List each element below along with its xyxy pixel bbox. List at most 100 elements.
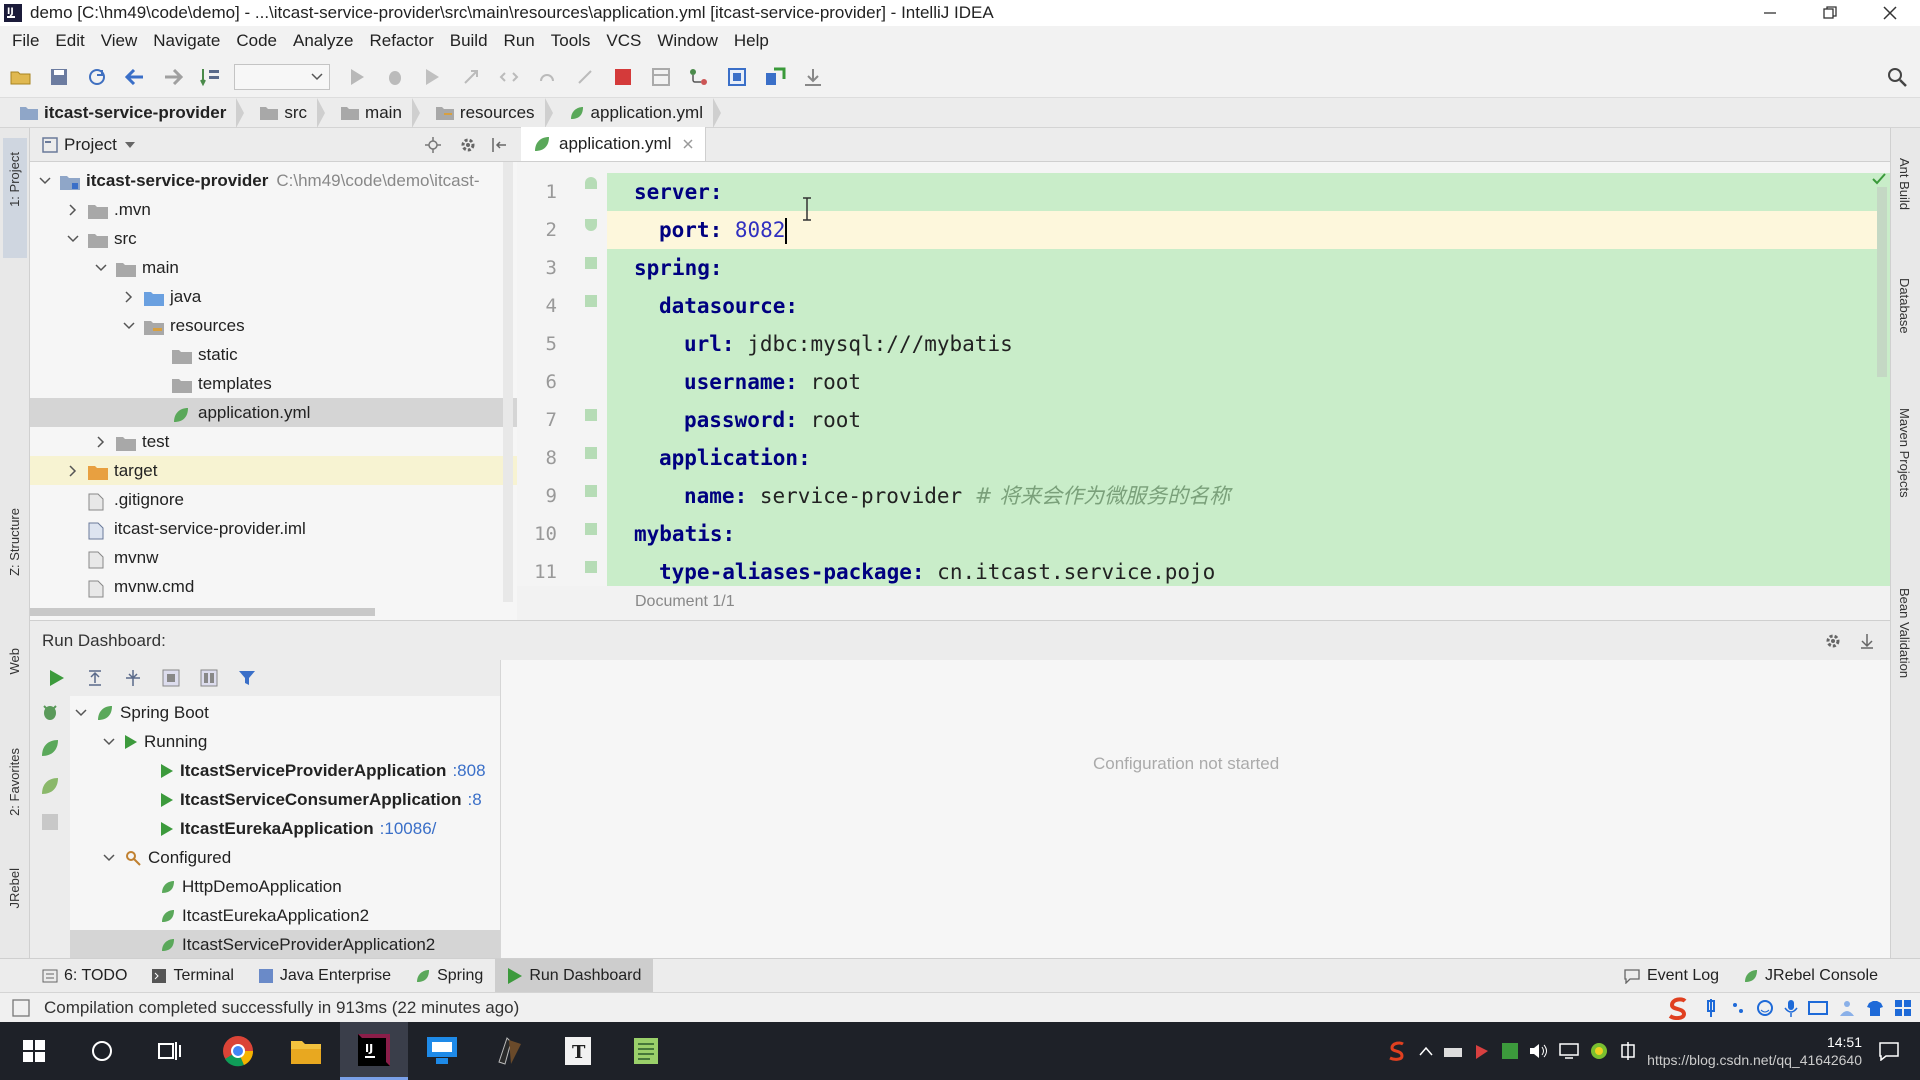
favorites-tool-tab[interactable]: 2: Favorites [7, 748, 22, 816]
menu-help[interactable]: Help [726, 31, 777, 51]
profile-icon[interactable] [456, 62, 486, 92]
tree-item-src[interactable]: src [30, 224, 517, 253]
app-port-link[interactable]: :808 [452, 761, 485, 781]
configured-app[interactable]: HttpDemoApplication [70, 872, 500, 901]
forward-icon[interactable] [158, 62, 188, 92]
tab-java-enterprise[interactable]: Java Enterprise [246, 959, 403, 993]
fold-marker-icon[interactable] [585, 447, 597, 459]
tree-item-mvnw[interactable]: mvnw [30, 543, 517, 572]
vcs-icon[interactable] [684, 62, 714, 92]
update-app-icon[interactable] [40, 776, 60, 796]
menu-view[interactable]: View [93, 31, 146, 51]
update-icon[interactable] [532, 62, 562, 92]
fold-marker-icon[interactable] [585, 295, 597, 307]
menu-code[interactable]: Code [228, 31, 285, 51]
keyboard-layout-icon[interactable] [1619, 1042, 1637, 1060]
group-by-type-icon[interactable] [156, 663, 186, 693]
configured-app[interactable]: ItcastEurekaApplication2 [70, 901, 500, 930]
web-tool-tab[interactable]: Web [7, 648, 22, 675]
open-folder-icon[interactable] [6, 62, 36, 92]
sync-icon[interactable] [82, 62, 112, 92]
tree-item-java[interactable]: java [30, 282, 517, 311]
tray-app-green-icon[interactable] [1501, 1042, 1519, 1060]
menu-refactor[interactable]: Refactor [361, 31, 441, 51]
chevron-right-icon[interactable] [66, 203, 80, 217]
intellij-taskbar-icon[interactable]: IJ [340, 1022, 408, 1080]
breadcrumb-main[interactable]: main [333, 97, 428, 128]
restore-icon[interactable] [1800, 0, 1860, 26]
tree-item-configured[interactable]: Configured [70, 843, 500, 872]
tree-item-mvnw-cmd[interactable]: mvnw.cmd [30, 572, 517, 601]
tab-run-dashboard[interactable]: Run Dashboard [495, 958, 654, 993]
chevron-down-icon[interactable] [38, 174, 52, 188]
coverage-icon[interactable] [418, 62, 448, 92]
start-button[interactable] [0, 1022, 68, 1080]
code-editor[interactable]: server: port: 8082 spring: datasource: u… [607, 173, 1890, 586]
configured-app-selected[interactable]: ItcastServiceProviderApplication2 [70, 930, 500, 958]
notepad-icon[interactable] [612, 1022, 680, 1080]
gear-icon[interactable] [459, 136, 477, 154]
running-app-provider[interactable]: ItcastServiceProviderApplication :808 [70, 756, 500, 785]
tree-item-spring-boot[interactable]: Spring Boot [70, 698, 500, 727]
remote-desktop-icon[interactable] [408, 1022, 476, 1080]
jrebel-tool-tab[interactable]: JRebel [7, 868, 22, 908]
stop-icon[interactable] [608, 62, 638, 92]
tray-app-icon[interactable] [1473, 1042, 1491, 1060]
fold-marker-icon[interactable] [585, 523, 597, 535]
hide-panel-icon[interactable] [491, 137, 507, 153]
chinese-mode-icon[interactable] [1702, 998, 1720, 1017]
menu-window[interactable]: Window [649, 31, 725, 51]
tree-item-mvn[interactable]: .mvn [30, 195, 517, 224]
chevron-down-icon[interactable] [94, 261, 108, 275]
run-config-select[interactable] [234, 63, 330, 90]
typora-icon[interactable]: T [544, 1022, 612, 1080]
spring-deploy-icon[interactable] [760, 62, 790, 92]
network-drive-icon[interactable] [1443, 1043, 1463, 1059]
chevron-right-icon[interactable] [94, 435, 108, 449]
stop-icon[interactable] [42, 814, 58, 830]
collapse-all-icon[interactable] [118, 663, 148, 693]
tab-application-yml[interactable]: application.yml [521, 127, 707, 161]
menu-tools[interactable]: Tools [543, 31, 599, 51]
vertical-scrollbar[interactable] [503, 162, 513, 602]
tab-todo[interactable]: 6: TODO [30, 959, 139, 993]
running-app-consumer[interactable]: ItcastServiceConsumerApplication :8 [70, 785, 500, 814]
fold-marker-icon[interactable] [585, 177, 597, 189]
expand-all-icon[interactable] [80, 663, 110, 693]
hide-panel-icon[interactable] [1860, 633, 1874, 649]
punctuation-icon[interactable] [1730, 1000, 1746, 1016]
run-icon[interactable] [342, 62, 372, 92]
tab-spring[interactable]: Spring [403, 959, 495, 993]
volume-icon[interactable] [1529, 1042, 1549, 1060]
tree-item-main[interactable]: main [30, 253, 517, 282]
app-port-link[interactable]: :8 [468, 790, 482, 810]
chevron-down-icon[interactable] [74, 706, 88, 720]
chevron-down-icon[interactable] [122, 319, 136, 333]
menu-build[interactable]: Build [442, 31, 496, 51]
back-icon[interactable] [120, 62, 150, 92]
fold-marker-icon[interactable] [585, 409, 597, 421]
notification-icon[interactable] [1878, 1041, 1900, 1061]
fold-marker-icon[interactable] [585, 485, 597, 497]
project-structure-icon[interactable] [646, 62, 676, 92]
database-tool-tab[interactable]: Database [1897, 278, 1912, 334]
fold-marker-icon[interactable] [585, 257, 597, 269]
fold-marker-icon[interactable] [585, 561, 597, 573]
tree-item-resources[interactable]: resources [30, 311, 517, 340]
chevron-down-icon[interactable] [124, 141, 135, 148]
minimize-icon[interactable] [1740, 0, 1800, 26]
menu-run[interactable]: Run [496, 31, 543, 51]
spring-leaf-icon[interactable] [40, 738, 60, 758]
user-icon[interactable] [1838, 999, 1856, 1017]
running-app-eureka[interactable]: ItcastEurekaApplication :10086/ [70, 814, 500, 843]
editor-scrollbar[interactable] [1877, 187, 1887, 377]
project-tool-tab[interactable]: 1: Project [3, 138, 27, 258]
keyboard-icon[interactable] [1808, 1000, 1828, 1016]
download-icon[interactable] [798, 62, 828, 92]
breadcrumb-file[interactable]: application.yml [561, 97, 729, 128]
tab-event-log[interactable]: Event Log [1611, 959, 1731, 993]
project-view-selector[interactable]: Project [64, 135, 117, 155]
breadcrumb-project[interactable]: itcast-service-provider [12, 97, 252, 128]
locate-icon[interactable] [425, 136, 441, 153]
skin-icon[interactable] [1866, 999, 1884, 1017]
